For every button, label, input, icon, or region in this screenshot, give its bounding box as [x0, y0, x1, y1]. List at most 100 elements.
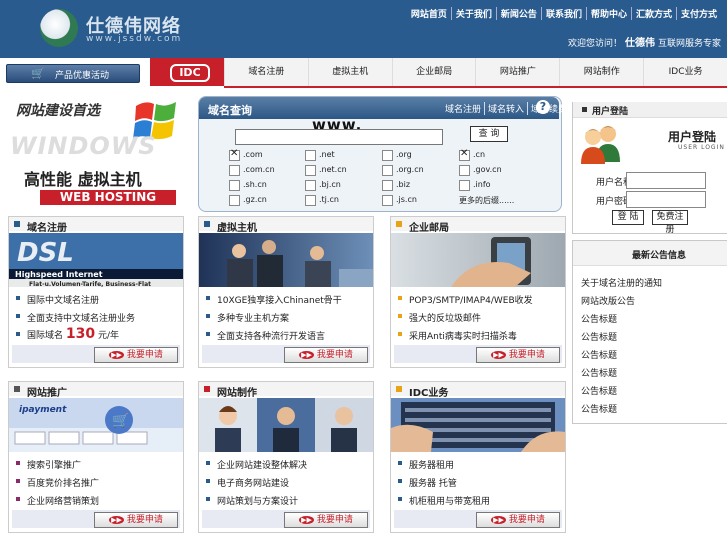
notice-item[interactable]: 网站改版公告: [581, 294, 635, 307]
card-list-item[interactable]: 搜索引擎推广: [27, 458, 81, 471]
apply-button[interactable]: ▶▶ 我要申请: [476, 512, 560, 528]
card-hosting: 虚拟主机 10XGE独享接入Chinanet骨干 多种专业主机方案全面支持各种流行开…: [198, 216, 374, 368]
card-list-item[interactable]: 多种专业主机方案: [217, 311, 289, 324]
card-title[interactable]: 企业邮局: [409, 219, 449, 234]
card-list-item[interactable]: POP3/SMTP/IMAP4/WEB收发: [409, 293, 533, 306]
domain-link-register[interactable]: 域名注册: [442, 102, 484, 115]
card-list-item[interactable]: 强大的反垃圾邮件: [409, 311, 481, 324]
domain-suffix-checkbox[interactable]: [382, 195, 393, 206]
domain-suffix-checkbox[interactable]: [305, 150, 316, 161]
domain-suffix-label: .com: [243, 150, 263, 159]
domain-search-input[interactable]: [235, 129, 443, 145]
apply-button[interactable]: ▶▶ 我要申请: [476, 347, 560, 363]
menu-item-webdesign[interactable]: 网站制作: [559, 58, 643, 86]
card-title[interactable]: 网站推广: [27, 384, 67, 399]
card-list-item[interactable]: 百度竞价排名推广: [27, 476, 99, 489]
bullet-icon: [16, 461, 20, 465]
card-image[interactable]: [391, 233, 565, 287]
top-link-pay[interactable]: 支付方式: [675, 7, 721, 20]
banner-line4: WEB HOSTING: [40, 190, 176, 205]
card-list-item[interactable]: 网站策划与方案设计: [217, 494, 298, 507]
domain-suffix-checkbox[interactable]: [382, 180, 393, 191]
card-image[interactable]: 🛒 ipayment: [9, 398, 183, 452]
card-promotion: 网站推广 🛒 ipayment 搜索引擎推广百度竞价排名推广 企业网络营销策划 ▶▶ 我要申…: [8, 381, 184, 533]
bullet-icon: [398, 461, 402, 465]
domain-suffix-checkbox[interactable]: [229, 195, 240, 206]
card-image[interactable]: [199, 233, 373, 287]
menu-item-mail[interactable]: 企业邮局: [391, 58, 476, 86]
domain-suffix-checkbox[interactable]: [305, 195, 316, 206]
notice-item[interactable]: 公告标题: [581, 312, 617, 325]
bullet-icon: [16, 296, 20, 300]
card-title[interactable]: 虚拟主机: [217, 219, 257, 234]
help-icon[interactable]: ?: [536, 100, 550, 114]
card-list-item[interactable]: 企业网站建设整体解决: [217, 458, 307, 471]
promo-button[interactable]: 🛒 产品优惠活动: [6, 64, 140, 83]
notice-item[interactable]: 公告标题: [581, 384, 617, 397]
apply-button[interactable]: ▶▶ 我要申请: [94, 347, 178, 363]
top-link-home[interactable]: 网站首页: [407, 7, 451, 20]
domain-suffix-checkbox[interactable]: [305, 180, 316, 191]
bullet-icon: [398, 479, 402, 483]
svg-text:Flat-u.Volumen-Tarife, Busines: Flat-u.Volumen-Tarife, Business-Flat: [29, 281, 151, 287]
bullet-icon: [206, 296, 210, 300]
card-list-item[interactable]: 服务器 托管: [409, 476, 457, 489]
domain-suffix-checkbox[interactable]: [229, 165, 240, 176]
card-title[interactable]: 网站制作: [217, 384, 257, 399]
card-list-item[interactable]: 国际域名 130 元/年: [27, 326, 119, 342]
card-image[interactable]: [199, 398, 373, 452]
card-list-item[interactable]: 国际中文域名注册: [27, 293, 99, 306]
login-button[interactable]: 登 陆: [612, 210, 644, 225]
card-list-item[interactable]: 采用Anti病毒实时扫描杀毒: [409, 329, 517, 342]
top-link-remit[interactable]: 汇款方式: [630, 7, 676, 20]
top-link-contact[interactable]: 联系我们: [540, 7, 586, 20]
domain-suffix-checkbox[interactable]: [229, 148, 240, 161]
card-title[interactable]: IDC业务: [409, 384, 448, 399]
menu-item-promotion[interactable]: 网站推广: [475, 58, 559, 86]
more-suffixes-link[interactable]: 更多的后缀......: [459, 195, 514, 206]
card-list-item[interactable]: 全面支持各种流行开发语言: [217, 329, 325, 342]
notice-item[interactable]: 公告标题: [581, 330, 617, 343]
apply-button[interactable]: ▶▶ 我要申请: [284, 347, 368, 363]
banner-line1: 网站建设首选: [16, 103, 100, 119]
card-list-item[interactable]: 企业网络营销策划: [27, 494, 99, 507]
login-subtitle: USER LOGIN: [678, 144, 725, 151]
domain-suffix-checkbox[interactable]: [459, 148, 470, 161]
card-list-item[interactable]: 全面支持中文域名注册业务: [27, 311, 135, 324]
register-button[interactable]: 免费注册: [652, 210, 688, 235]
domain-suffix-checkbox[interactable]: [305, 165, 316, 176]
bullet-icon: [398, 296, 402, 300]
top-links: 网站首页 关于我们 新闻公告 联系我们 帮助中心 汇款方式 支付方式: [407, 7, 721, 20]
menu-item-domain[interactable]: 域名注册: [224, 58, 308, 86]
domain-search-button[interactable]: 查 询: [470, 126, 508, 142]
notice-item[interactable]: 公告标题: [581, 402, 617, 415]
top-link-help[interactable]: 帮助中心: [585, 7, 631, 20]
domain-suffix-checkbox[interactable]: [229, 180, 240, 191]
card-list-item[interactable]: 10XGE独享接入Chinanet骨干: [217, 293, 342, 306]
domain-suffix-checkbox[interactable]: [382, 150, 393, 161]
domain-suffix-checkbox[interactable]: [459, 180, 470, 191]
password-input[interactable]: [626, 191, 706, 208]
slogan-pre: 欢迎您访问！: [567, 39, 622, 49]
card-footer: ▶▶ 我要申请: [12, 345, 180, 363]
card-list-item[interactable]: 电子商务网站建设: [217, 476, 289, 489]
notice-item[interactable]: 关于域名注册的通知: [581, 276, 662, 289]
notice-item[interactable]: 公告标题: [581, 366, 617, 379]
top-link-about[interactable]: 关于我们: [450, 7, 496, 20]
apply-button[interactable]: ▶▶ 我要申请: [284, 512, 368, 528]
domain-suffix-checkbox[interactable]: [382, 165, 393, 176]
menu-item-idc[interactable]: IDC业务: [643, 58, 727, 86]
apply-button[interactable]: ▶▶ 我要申请: [94, 512, 178, 528]
card-image[interactable]: DSL Highspeed Internet Flat-u.Volumen-Tari…: [9, 233, 183, 287]
card-list-item[interactable]: 服务器租用: [409, 458, 454, 471]
card-title[interactable]: 域名注册: [27, 219, 67, 234]
card-image[interactable]: [391, 398, 565, 452]
top-link-news[interactable]: 新闻公告: [495, 7, 541, 20]
domain-link-transfer[interactable]: 域名转入: [484, 102, 527, 115]
username-input[interactable]: [626, 172, 706, 189]
domain-suffix-label: .bj.cn: [319, 180, 341, 189]
menu-item-hosting[interactable]: 虚拟主机: [307, 58, 392, 86]
domain-suffix-checkbox[interactable]: [459, 165, 470, 176]
notice-item[interactable]: 公告标题: [581, 348, 617, 361]
card-list-item[interactable]: 机柜租用与带宽租用: [409, 494, 490, 507]
